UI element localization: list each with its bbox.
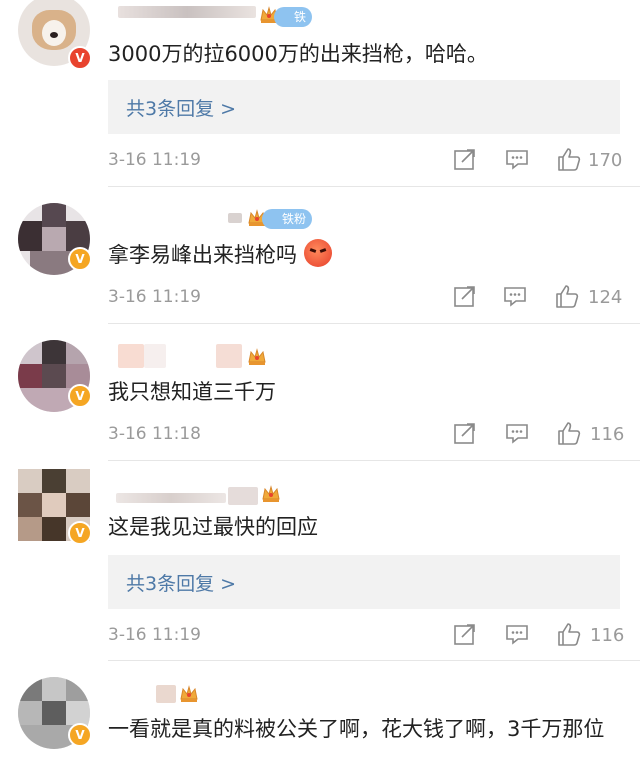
username[interactable] [108, 681, 228, 709]
avatar-pixel [42, 493, 66, 517]
verified-badge-icon: V [68, 247, 92, 271]
avatar-pixel [42, 227, 66, 251]
avatar-pixel [18, 677, 42, 701]
avatar-pixel [42, 469, 66, 493]
fan-badge: 铁粉 [262, 209, 313, 229]
verified-badge-icon: V [68, 384, 92, 408]
crown-icon [248, 348, 266, 365]
like-count: 170 [588, 150, 623, 171]
comment-icon[interactable] [504, 621, 530, 647]
replies-box[interactable]: 共3条回复 > [108, 80, 620, 134]
avatar-pixel [18, 364, 42, 388]
avatar-pixel [42, 203, 66, 227]
comment-time: 3-16 11:18 [108, 424, 201, 444]
avatar-pixel [66, 493, 90, 517]
share-icon[interactable] [452, 146, 478, 172]
like-count: 116 [590, 625, 625, 646]
like-count: 116 [590, 424, 625, 445]
avatar-pixel [18, 493, 42, 517]
comment-icon[interactable] [502, 283, 528, 309]
comment-item: V 我只想知道三千万 3-16 11:18 116 [0, 324, 640, 461]
username-redacted [216, 344, 242, 368]
avatar-pixel [18, 221, 42, 251]
replies-link[interactable]: 共3条回复 > [126, 569, 236, 596]
angry-face-emoji [303, 239, 332, 267]
comment-icon[interactable] [504, 146, 530, 172]
username-redacted [118, 6, 256, 18]
comment-text: 这是我见过最快的回应 [108, 515, 318, 539]
avatar-pixel [42, 517, 66, 541]
replies-box[interactable]: 共3条回复 > [108, 555, 620, 609]
avatar-pixel [42, 340, 66, 364]
username[interactable]: 铁粉 [108, 205, 328, 233]
username[interactable] [108, 342, 288, 370]
share-icon[interactable] [452, 420, 478, 446]
username-redacted [144, 344, 166, 368]
comment-icon[interactable] [504, 420, 530, 446]
avatar-pixel [42, 701, 66, 725]
comment-meta: 3-16 11:19 116 [108, 621, 624, 653]
comment-text-content: 拿李易峰出来挡枪吗 [108, 243, 297, 267]
comment-text: 我只想知道三千万 [108, 380, 276, 404]
share-icon[interactable] [452, 283, 478, 309]
comment-time: 3-16 11:19 [108, 150, 201, 170]
username-redacted [156, 685, 176, 703]
comment-time: 3-16 11:19 [108, 287, 201, 307]
verified-badge-icon: V [68, 723, 92, 747]
comment-item: V 铁粉 3000万的拉6000万的出来挡枪，哈哈。 共3条回复 > 3-16 … [0, 0, 640, 187]
comment-meta: 3-16 11:19 170 [108, 146, 623, 178]
comment-text: 拿李易峰出来挡枪吗 [108, 237, 618, 273]
username-redacted [228, 487, 258, 505]
avatar-pixel [18, 340, 42, 364]
username-redacted [228, 213, 242, 223]
avatar-pixel [66, 677, 90, 701]
fan-badge: 铁粉 [274, 7, 313, 44]
comment-time: 3-16 11:19 [108, 625, 201, 645]
crown-icon [180, 685, 198, 702]
verified-badge-icon: V [68, 521, 92, 545]
avatar-pixel [66, 701, 90, 725]
avatar-dog-nose [50, 32, 58, 38]
comment-item: V 一看就是真的料被公关了啊，花大钱了啊，3千万那位 [0, 661, 640, 780]
like-icon[interactable] [556, 420, 582, 446]
like-icon[interactable] [556, 146, 582, 172]
comment-item: V 铁粉 拿李易峰出来挡枪吗 3-16 11:19 124 [0, 187, 640, 324]
avatar-pixel [18, 517, 42, 541]
verified-badge-icon: V [68, 46, 92, 70]
comment-text: 一看就是真的料被公关了啊，花大钱了啊，3千万那位 [108, 717, 605, 741]
username-redacted [116, 493, 226, 503]
like-icon[interactable] [556, 621, 582, 647]
comment-text: 3000万的拉6000万的出来挡枪，哈哈。 [108, 42, 488, 66]
comment-item: V 这是我见过最快的回应 共3条回复 > 3-16 11:19 116 [0, 461, 640, 661]
avatar-pixel [18, 701, 42, 725]
comment-meta: 3-16 11:18 116 [108, 420, 624, 452]
replies-link[interactable]: 共3条回复 > [126, 94, 236, 121]
username[interactable]: 铁粉 [108, 4, 313, 44]
avatar-pixel [42, 364, 66, 388]
username-redacted [118, 344, 144, 368]
avatar-pixel [66, 340, 90, 364]
comment-meta: 3-16 11:19 124 [108, 283, 623, 315]
like-count: 124 [588, 287, 623, 308]
crown-icon [262, 485, 280, 502]
like-icon[interactable] [554, 283, 580, 309]
username[interactable] [108, 483, 288, 511]
avatar-pixel [42, 677, 66, 701]
fan-badge-label: 铁粉 [282, 212, 307, 226]
share-icon[interactable] [452, 621, 478, 647]
